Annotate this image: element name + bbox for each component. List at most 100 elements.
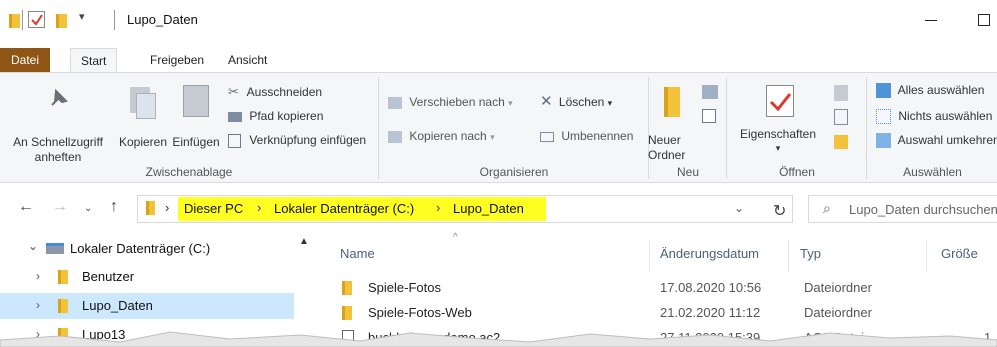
invert-selection-label: Auswahl umkehren xyxy=(897,133,997,147)
copy-path-button[interactable]: Pfad kopieren xyxy=(228,105,323,127)
column-header-date[interactable]: Änderungsdatum xyxy=(660,246,759,261)
recent-locations-chevron-icon[interactable]: ⌄ xyxy=(84,203,92,214)
nav-label: Benutzer xyxy=(82,269,135,284)
copy-path-label: Pfad kopieren xyxy=(249,109,324,123)
breadcrumb-lokaler-datentraeger[interactable]: Lokaler Datenträger (C:) xyxy=(274,201,414,216)
breadcrumb-dieser-pc[interactable]: Dieser PC xyxy=(184,201,243,216)
nav-item-benutzer[interactable]: › Benutzer xyxy=(0,264,294,290)
select-all-label: Alles auswählen xyxy=(897,83,985,97)
file-name: Spiele-Fotos xyxy=(368,280,441,295)
tab-datei[interactable]: Datei xyxy=(0,48,50,72)
column-header-type[interactable]: Typ xyxy=(800,246,821,261)
chevron-right-icon[interactable]: › xyxy=(36,269,40,283)
properties-label: Eigenschaften xyxy=(739,127,817,141)
new-folder-label-2: Ordner xyxy=(648,148,686,162)
column-divider[interactable] xyxy=(649,240,650,272)
title-bar: ▾ Lupo_Daten xyxy=(0,0,997,44)
chevron-down-icon[interactable]: ⌄ xyxy=(28,239,38,253)
move-to-button[interactable]: Verschieben nach ▾ xyxy=(388,91,513,113)
up-arrow-icon[interactable]: ↑ xyxy=(110,198,118,216)
breadcrumb-lupo-daten[interactable]: Lupo_Daten xyxy=(453,201,524,216)
column-divider[interactable] xyxy=(788,240,789,272)
new-item-icon[interactable] xyxy=(702,85,718,99)
address-bar[interactable]: › Dieser PC › Lokaler Datenträger (C:) ›… xyxy=(137,195,793,223)
move-icon xyxy=(388,96,402,109)
breadcrumb-separator[interactable]: › xyxy=(165,200,169,215)
sort-ascending-icon: ^ xyxy=(453,232,458,243)
explorer-window: ▾ Lupo_Daten Datei Start Freigeben Ansic… xyxy=(0,0,997,347)
chevron-down-icon: ▾ xyxy=(607,98,613,108)
copy-to-button[interactable]: Kopieren nach ▾ xyxy=(388,125,495,147)
title-separator xyxy=(22,10,23,30)
tab-start[interactable]: Start xyxy=(70,48,118,73)
group-zwischenablage: An Schnellzugriff anheften Kopieren Einf… xyxy=(0,73,378,183)
ribbon-separator xyxy=(726,77,727,179)
file-name: Spiele-Fotos-Web xyxy=(368,305,472,320)
file-date: 17.08.2020 10:56 xyxy=(660,280,762,295)
group-neu: Neuer Ordner Neu xyxy=(648,73,726,183)
chevron-down-icon: ▾ xyxy=(775,143,781,153)
breadcrumb-separator[interactable]: › xyxy=(257,200,261,215)
file-row[interactable]: Spiele-Fotos-Web 21.02.2020 11:12 Dateio… xyxy=(316,301,997,325)
rename-button[interactable]: Umbenennen xyxy=(540,125,633,147)
delete-button[interactable]: ✕ Löschen ▾ xyxy=(540,91,612,113)
column-divider[interactable] xyxy=(926,240,927,272)
new-folder-icon xyxy=(664,87,680,117)
group-organisieren: Verschieben nach ▾ Kopieren nach ▾ ✕ Lös… xyxy=(380,73,648,183)
drive-icon xyxy=(46,243,64,254)
forward-arrow-icon[interactable]: → xyxy=(52,198,68,216)
nav-label: Lupo_Daten xyxy=(82,298,153,313)
search-box[interactable]: ⌕ Lupo_Daten durchsuchen xyxy=(808,195,997,223)
quick-access-dropdown[interactable]: ▾ xyxy=(79,10,85,23)
file-row[interactable]: Spiele-Fotos 17.08.2020 10:56 Dateiordne… xyxy=(316,276,997,300)
refresh-icon[interactable]: ↻ xyxy=(773,201,786,221)
title-separator xyxy=(114,10,115,30)
new-folder-quick-access-icon[interactable] xyxy=(56,14,67,28)
paste-shortcut-button[interactable]: Verknüpfung einfügen xyxy=(228,129,366,151)
tab-ansicht[interactable]: Ansicht xyxy=(218,48,277,72)
nav-item-lokaler-datentraeger[interactable]: ⌄ Lokaler Datenträger (C:) xyxy=(0,236,294,262)
column-header-name[interactable]: Name xyxy=(340,246,375,261)
group-auswaehlen: Alles auswählen Nichts auswählen Auswahl… xyxy=(868,73,997,183)
explorer-folder-icon xyxy=(9,14,20,28)
delete-x-icon: ✕ xyxy=(540,93,553,110)
open-icon[interactable] xyxy=(834,85,848,101)
chevron-down-icon: ▾ xyxy=(508,98,513,108)
history-icon[interactable] xyxy=(834,135,848,149)
maximize-button[interactable] xyxy=(978,14,990,26)
nav-item-lupo-daten[interactable]: › Lupo_Daten xyxy=(0,293,294,319)
back-arrow-icon[interactable]: ← xyxy=(18,198,34,216)
properties-quick-access-icon[interactable] xyxy=(28,11,45,28)
copy-label: Kopieren xyxy=(118,135,168,149)
select-all-icon xyxy=(876,83,891,99)
scissors-icon: ✂ xyxy=(228,84,239,99)
group-label-neu: Neu xyxy=(676,165,699,179)
paste-label: Einfügen xyxy=(172,135,220,149)
shortcut-icon xyxy=(228,133,241,148)
breadcrumb-separator[interactable]: › xyxy=(436,200,440,215)
scroll-up-arrow-icon[interactable]: ▲ xyxy=(296,236,312,252)
file-type: Dateiordner xyxy=(804,305,872,320)
new-folder-label-1: Neuer xyxy=(648,133,681,147)
cut-button[interactable]: ✂ Ausschneiden xyxy=(228,81,322,103)
properties-icon xyxy=(766,85,794,117)
invert-selection-button[interactable]: Auswahl umkehren xyxy=(876,129,997,151)
tab-freigeben[interactable]: Freigeben xyxy=(140,48,214,72)
ribbon-separator xyxy=(378,77,379,179)
ribbon: An Schnellzugriff anheften Kopieren Einf… xyxy=(0,72,997,183)
chevron-right-icon[interactable]: › xyxy=(36,298,40,312)
rename-icon xyxy=(540,131,554,142)
edit-icon[interactable] xyxy=(834,109,848,125)
address-dropdown-icon[interactable]: ⌄ xyxy=(734,201,744,215)
ribbon-tabs: Datei Start Freigeben Ansicht xyxy=(0,48,997,73)
folder-icon xyxy=(58,299,68,313)
select-none-button[interactable]: Nichts auswählen xyxy=(876,105,992,127)
select-all-button[interactable]: Alles auswählen xyxy=(876,79,984,101)
select-none-icon xyxy=(876,109,891,125)
copy-to-icon xyxy=(388,130,402,143)
easy-access-icon[interactable] xyxy=(702,109,716,123)
column-header-size[interactable]: Größe xyxy=(941,246,978,261)
select-none-label: Nichts auswählen xyxy=(898,109,993,123)
copy-to-label: Kopieren nach xyxy=(409,129,487,143)
minimize-button[interactable] xyxy=(925,20,937,21)
